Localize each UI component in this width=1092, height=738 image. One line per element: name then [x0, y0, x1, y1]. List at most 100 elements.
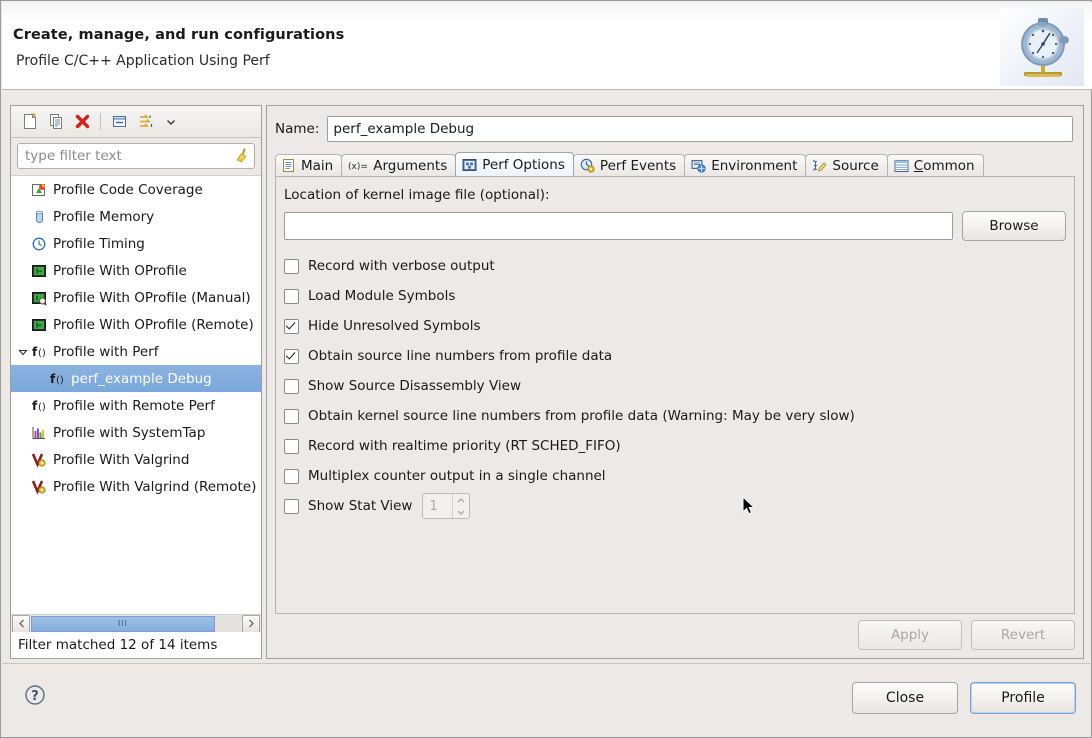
svg-text:(): ()	[38, 402, 46, 413]
checkbox-row-show-source-disassembly[interactable]: Show Source Disassembly View	[284, 371, 1066, 401]
scroll-right-arrow-icon[interactable]	[242, 614, 260, 633]
checkbox-load-module-symbols[interactable]	[284, 288, 299, 304]
scrollbar-thumb[interactable]: III	[31, 615, 215, 632]
checkbox-row-load-module-symbols[interactable]: Load Module Symbols	[284, 281, 1066, 311]
stepper-down-icon[interactable]	[453, 506, 469, 518]
name-row: Name:	[267, 106, 1083, 142]
checkbox-obtain-source-line-numbers[interactable]	[284, 348, 299, 364]
tree-item-profile-code-coverage[interactable]: Profile Code Coverage	[11, 176, 261, 203]
checkbox-label: Record with verbose output	[308, 258, 495, 274]
close-button[interactable]: Close	[852, 682, 958, 714]
scroll-left-arrow-icon[interactable]	[12, 614, 30, 633]
kernel-image-input[interactable]	[284, 212, 953, 240]
tab-label-rest: ommon	[923, 157, 975, 174]
checkbox-row-hide-unresolved-symbols[interactable]: Hide Unresolved Symbols	[284, 311, 1066, 341]
new-document-icon[interactable]	[17, 110, 43, 134]
stopwatch-icon	[1000, 8, 1084, 86]
tab-label: Common	[914, 158, 975, 174]
checkbox-row-obtain-source-line-numbers[interactable]: Obtain source line numbers from profile …	[284, 341, 1066, 371]
configurations-panel: Profile Code Coverage Profile Memory	[10, 105, 262, 659]
svg-text:(): ()	[56, 375, 64, 386]
tree-item-profile-with-valgrind-remote[interactable]: Profile With Valgrind (Remote)	[11, 473, 261, 500]
checkbox-show-stat-view[interactable]	[284, 498, 299, 514]
tree-item-profile-with-oprofile[interactable]: Profile With OProfile	[11, 257, 261, 284]
checkbox-label: Load Module Symbols	[308, 288, 456, 304]
tree-item-perf-example-debug[interactable]: f () perf_example Debug	[11, 365, 261, 392]
tree-item-label: Profile With OProfile (Remote)	[53, 316, 254, 333]
scrollbar-track[interactable]: III	[31, 615, 241, 632]
chevron-down-icon[interactable]	[158, 110, 184, 134]
tree-item-profile-timing[interactable]: Profile Timing	[11, 230, 261, 257]
chevron-down-icon[interactable]	[15, 347, 31, 357]
checkbox-multiplex-counter-output[interactable]	[284, 468, 299, 484]
tree-item-label: Profile with Perf	[53, 343, 159, 360]
tab-main[interactable]: Main	[275, 154, 343, 176]
help-question-icon[interactable]: ?	[24, 684, 46, 710]
tab-perf-options[interactable]: Perf Options	[455, 152, 574, 176]
tab-label: Source	[832, 157, 879, 174]
checkbox-row-record-verbose[interactable]: Record with verbose output	[284, 251, 1066, 281]
checkbox-hide-unresolved-symbols[interactable]	[284, 318, 299, 334]
function-icon: f ()	[31, 344, 53, 360]
launch-configurations-dialog: Create, manage, and run configurations P…	[0, 0, 1092, 738]
tree-item-profile-with-perf[interactable]: f () Profile with Perf	[11, 338, 261, 365]
perf-events-clock-icon	[580, 158, 595, 173]
checkbox-record-verbose[interactable]	[284, 258, 299, 274]
valgrind-icon	[31, 452, 53, 468]
configurations-tree[interactable]: Profile Code Coverage Profile Memory Pro…	[11, 176, 261, 606]
search-input[interactable]	[18, 144, 254, 168]
svg-text:(x)=: (x)=	[348, 162, 368, 172]
tree-item-profile-with-valgrind[interactable]: Profile With Valgrind	[11, 446, 261, 473]
tree-item-label: Profile With OProfile	[53, 262, 187, 279]
systemtap-chart-icon	[31, 425, 53, 441]
browse-button[interactable]: Browse	[962, 211, 1066, 241]
apply-button[interactable]: Apply	[858, 620, 962, 650]
configuration-editor-panel: Name: Main (x)=	[266, 105, 1084, 659]
document-icon	[282, 158, 296, 173]
checkbox-row-obtain-kernel-source-line-numbers[interactable]: Obtain kernel source line numbers from p…	[284, 401, 1066, 431]
function-icon: f ()	[31, 398, 53, 414]
tab-label: Arguments	[373, 157, 448, 174]
tree-item-label: Profile with Remote Perf	[53, 397, 215, 414]
stepper-value: 1	[429, 498, 438, 514]
checkbox-obtain-kernel-source-line-numbers[interactable]	[284, 408, 299, 424]
tab-bar: Main (x)= Arguments Perf Options Perf Ev…	[275, 152, 1083, 176]
checkbox-row-show-stat-view[interactable]: Show Stat View 1	[284, 491, 1066, 521]
configuration-name-input[interactable]	[327, 116, 1073, 142]
valgrind-remote-icon	[31, 479, 53, 495]
copy-document-icon[interactable]	[43, 110, 69, 134]
tree-horizontal-scrollbar[interactable]: III	[11, 614, 261, 633]
checkbox-record-realtime-priority[interactable]	[284, 438, 299, 454]
stat-view-run-count-stepper[interactable]: 1	[422, 493, 471, 519]
checkbox-show-source-disassembly[interactable]	[284, 378, 299, 394]
tree-item-profile-with-oprofile-remote[interactable]: Profile With OProfile (Remote)	[11, 311, 261, 338]
perf-options-checkbox-list: Record with verbose output Load Module S…	[284, 251, 1066, 521]
tree-item-profile-memory[interactable]: Profile Memory	[11, 203, 261, 230]
tab-common[interactable]: Common	[886, 154, 984, 176]
tree-item-label: Profile Timing	[53, 235, 145, 252]
oprofile-icon	[31, 263, 53, 279]
checkbox-row-multiplex-counter-output[interactable]: Multiplex counter output in a single cha…	[284, 461, 1066, 491]
tab-environment[interactable]: Environment	[684, 154, 807, 176]
filter-arrows-icon[interactable]	[132, 110, 158, 134]
checkbox-row-record-realtime-priority[interactable]: Record with realtime priority (RT SCHED_…	[284, 431, 1066, 461]
tree-item-profile-with-remote-perf[interactable]: f () Profile with Remote Perf	[11, 392, 261, 419]
tab-source[interactable]: Source	[805, 154, 888, 176]
tree-item-profile-with-oprofile-manual[interactable]: Profile With OProfile (Manual)	[11, 284, 261, 311]
stepper-up-icon[interactable]	[453, 494, 469, 506]
tree-item-profile-with-systemtap[interactable]: Profile with SystemTap	[11, 419, 261, 446]
broom-icon[interactable]	[234, 147, 250, 167]
tab-perf-events[interactable]: Perf Events	[572, 154, 686, 176]
profile-button[interactable]: Profile	[970, 682, 1076, 714]
tree-item-label: perf_example Debug	[71, 370, 212, 387]
red-x-delete-icon[interactable]	[69, 110, 95, 134]
stepper-buttons[interactable]	[452, 494, 469, 518]
tab-arguments[interactable]: (x)= Arguments	[341, 154, 457, 176]
footer-buttons: Close Profile	[852, 682, 1076, 714]
search-box[interactable]	[17, 143, 255, 169]
collapse-all-icon[interactable]	[106, 110, 132, 134]
tab-label: Perf Events	[599, 157, 677, 174]
checkbox-label: Obtain source line numbers from profile …	[308, 348, 613, 364]
configurations-toolbar	[11, 106, 261, 138]
revert-button[interactable]: Revert	[971, 620, 1075, 650]
